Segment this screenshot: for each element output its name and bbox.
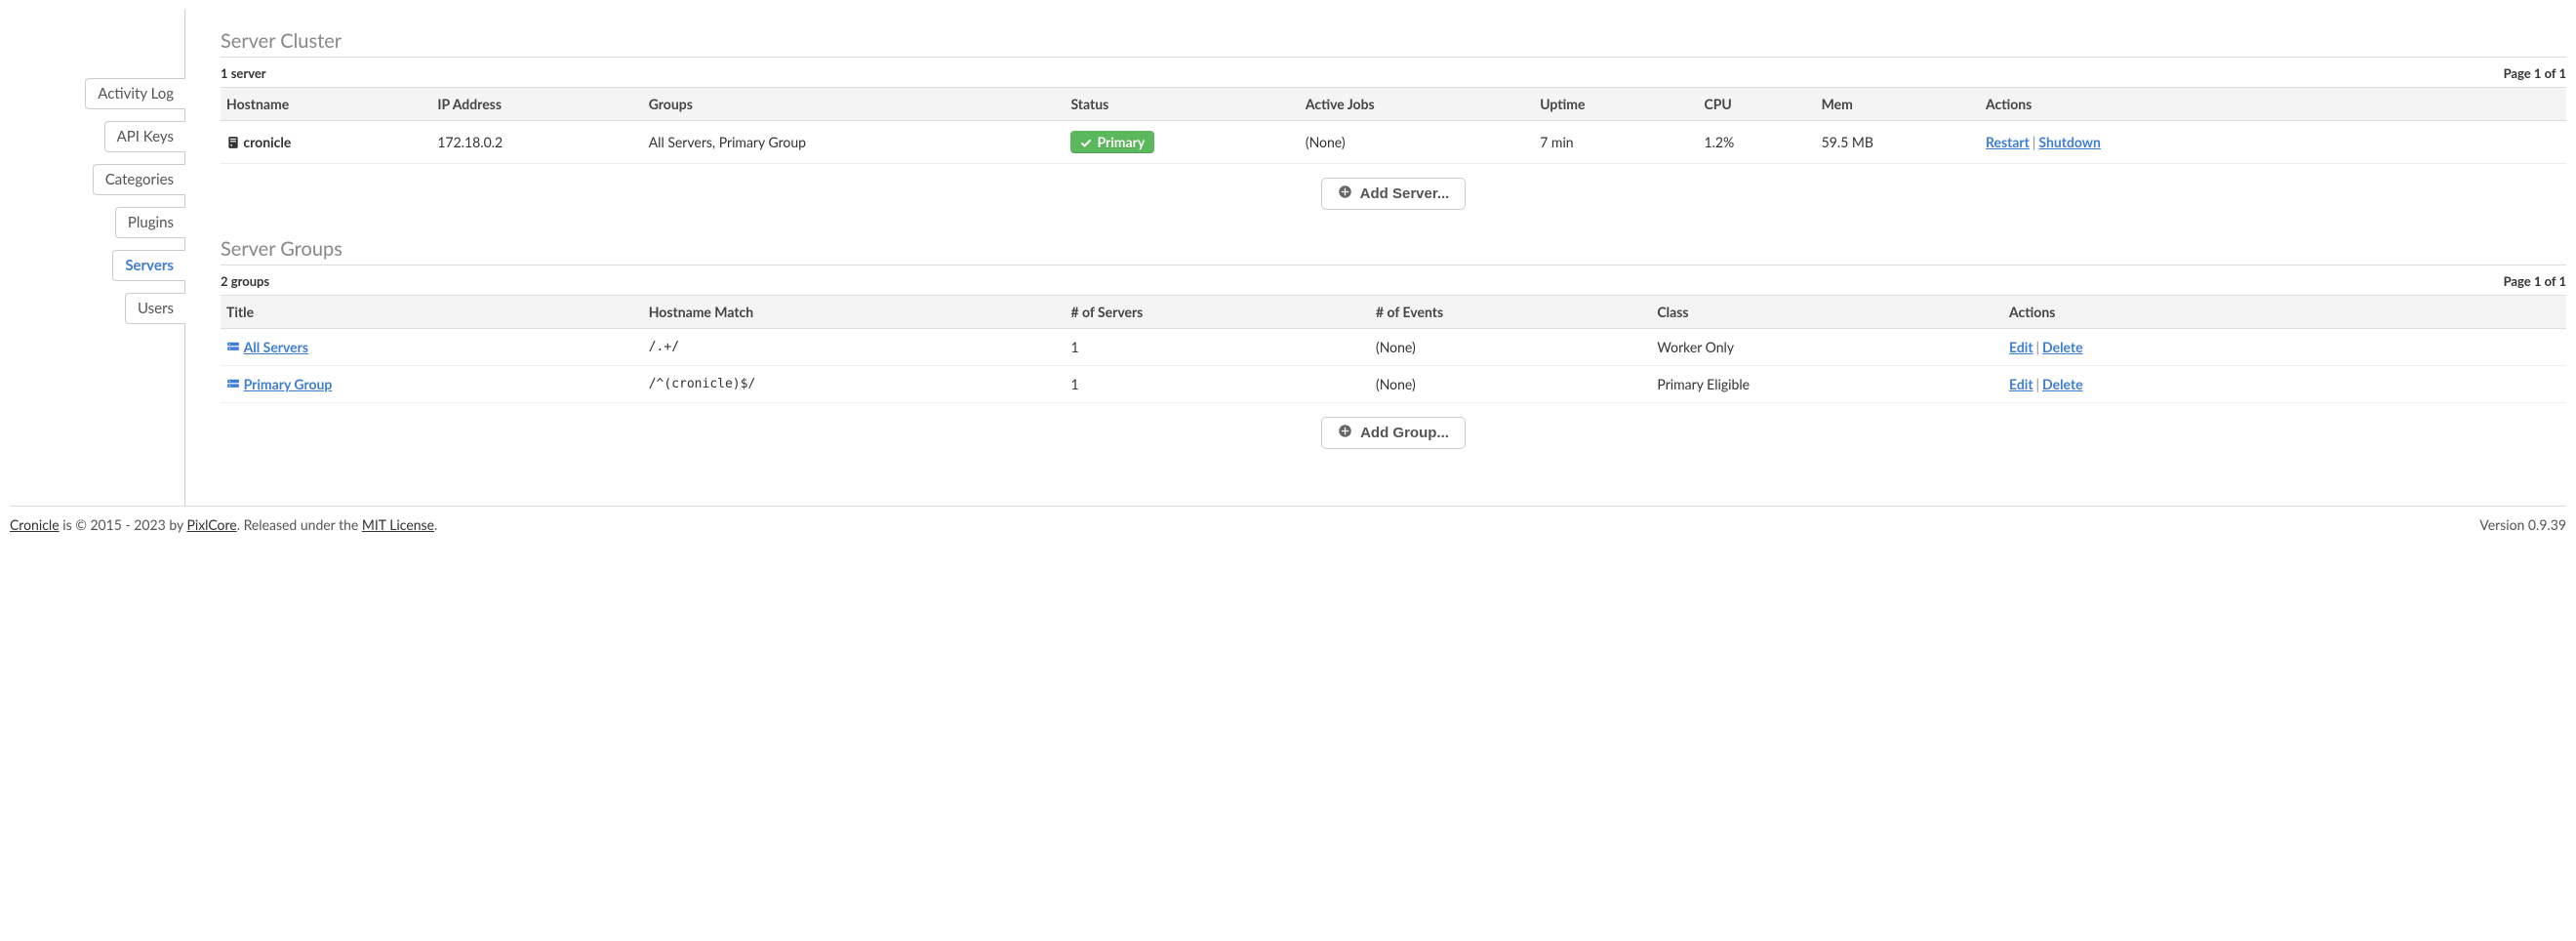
num-servers: 1 xyxy=(1065,329,1370,366)
hostname: cronicle xyxy=(243,134,291,150)
add-group-button[interactable]: Add Group... xyxy=(1321,417,1466,449)
cpu: 1.2% xyxy=(1698,121,1815,164)
edit-link[interactable]: Edit xyxy=(2009,376,2033,392)
col-cpu: CPU xyxy=(1698,88,1815,121)
status-badge: Primary xyxy=(1070,131,1154,153)
group-link-all-servers[interactable]: All Servers xyxy=(244,339,308,355)
separator: | xyxy=(2033,339,2043,355)
servers-icon xyxy=(226,339,244,355)
delete-link[interactable]: Delete xyxy=(2042,339,2083,355)
plus-circle-icon xyxy=(1338,184,1352,203)
col-mem: Mem xyxy=(1816,88,1980,121)
active-jobs: (None) xyxy=(1300,121,1534,164)
servers-icon xyxy=(226,376,244,392)
mem: 59.5 MB xyxy=(1816,121,1980,164)
col-actions: Actions xyxy=(1980,88,2566,121)
sidebar-item-users[interactable]: Users xyxy=(125,293,185,324)
hostname-match: /^(cronicle)$/ xyxy=(643,366,1066,403)
cluster-page: Page 1 of 1 xyxy=(2504,65,2566,81)
col-jobs: Active Jobs xyxy=(1300,88,1534,121)
groups-page: Page 1 of 1 xyxy=(2504,273,2566,289)
status-text: Primary xyxy=(1097,134,1145,150)
sidebar-item-activity-log[interactable]: Activity Log xyxy=(85,78,185,109)
cluster-table: Hostname IP Address Groups Status Active… xyxy=(221,87,2566,164)
section-title-groups: Server Groups xyxy=(221,237,2566,266)
sidebar-item-plugins[interactable]: Plugins xyxy=(115,207,185,238)
col-uptime: Uptime xyxy=(1534,88,1698,121)
section-title-cluster: Server Cluster xyxy=(221,29,2566,58)
separator: | xyxy=(2030,134,2039,150)
num-servers: 1 xyxy=(1065,366,1370,403)
edit-link[interactable]: Edit xyxy=(2009,339,2033,355)
separator: | xyxy=(2033,376,2043,392)
delete-link[interactable]: Delete xyxy=(2042,376,2083,392)
gcol-class: Class xyxy=(1651,296,2003,329)
groups-table: Title Hostname Match # of Servers # of E… xyxy=(221,295,2566,403)
plus-circle-icon xyxy=(1338,424,1352,442)
num-events: (None) xyxy=(1370,329,1651,366)
footer-text: . Released under the xyxy=(237,516,362,533)
version-label: Version 0.9.39 xyxy=(2479,516,2566,533)
add-server-button[interactable]: Add Server... xyxy=(1321,178,1467,210)
sidebar-item-api-keys[interactable]: API Keys xyxy=(104,121,185,152)
pixlcore-link[interactable]: PixlCore xyxy=(186,516,236,533)
gcol-events: # of Events xyxy=(1370,296,1651,329)
footer-text: . xyxy=(434,516,437,533)
license-link[interactable]: MIT License xyxy=(362,516,434,533)
footer-text: is © 2015 - 2023 by xyxy=(60,516,187,533)
restart-link[interactable]: Restart xyxy=(1986,134,2030,150)
col-status: Status xyxy=(1065,88,1299,121)
table-row: All Servers /.+/ 1 (None) Worker Only Ed… xyxy=(221,329,2566,366)
footer-left: Cronicle is © 2015 - 2023 by PixlCore. R… xyxy=(10,516,437,533)
footer: Cronicle is © 2015 - 2023 by PixlCore. R… xyxy=(10,506,2566,552)
gcol-servers: # of Servers xyxy=(1065,296,1370,329)
gcol-actions: Actions xyxy=(2003,296,2566,329)
sidebar: Activity Log API Keys Categories Plugins… xyxy=(10,10,185,506)
col-groups: Groups xyxy=(643,88,1066,121)
col-hostname: Hostname xyxy=(221,88,431,121)
gcol-title: Title xyxy=(221,296,643,329)
add-server-label: Add Server... xyxy=(1360,185,1450,202)
groups-cell: All Servers, Primary Group xyxy=(643,121,1066,164)
class-cell: Worker Only xyxy=(1651,329,2003,366)
groups-count: 2 groups xyxy=(221,273,269,289)
main-content: Server Cluster 1 server Page 1 of 1 Host… xyxy=(185,10,2566,506)
app-link[interactable]: Cronicle xyxy=(10,516,60,533)
group-link-primary-group[interactable]: Primary Group xyxy=(244,376,333,392)
ip-address: 172.18.0.2 xyxy=(431,121,642,164)
shutdown-link[interactable]: Shutdown xyxy=(2038,134,2101,150)
sidebar-item-categories[interactable]: Categories xyxy=(93,164,185,195)
table-row: cronicle 172.18.0.2 All Servers, Primary… xyxy=(221,121,2566,164)
hostname-match: /.+/ xyxy=(643,329,1066,366)
add-group-label: Add Group... xyxy=(1360,425,1449,441)
cluster-count: 1 server xyxy=(221,65,266,81)
check-icon xyxy=(1080,134,1092,150)
table-row: Primary Group /^(cronicle)$/ 1 (None) Pr… xyxy=(221,366,2566,403)
uptime: 7 min xyxy=(1534,121,1698,164)
sidebar-item-servers[interactable]: Servers xyxy=(112,250,185,281)
col-ip: IP Address xyxy=(431,88,642,121)
class-cell: Primary Eligible xyxy=(1651,366,2003,403)
num-events: (None) xyxy=(1370,366,1651,403)
gcol-match: Hostname Match xyxy=(643,296,1066,329)
server-icon xyxy=(226,134,243,150)
